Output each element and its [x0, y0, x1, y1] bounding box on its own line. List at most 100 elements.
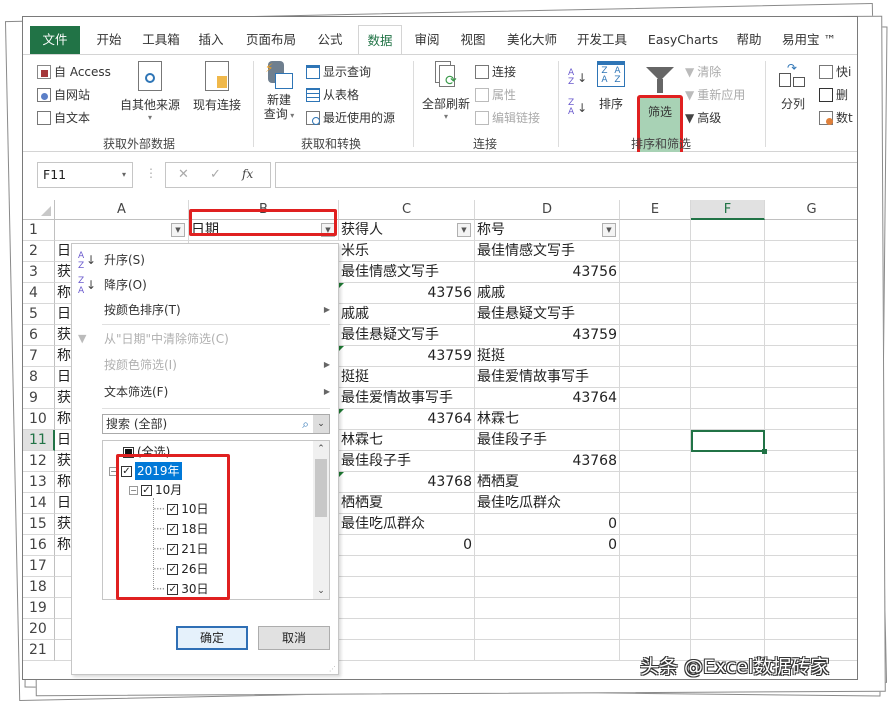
tab-developer[interactable]: 开发工具	[571, 25, 633, 55]
cell-g11[interactable]	[765, 430, 857, 451]
row-header-18[interactable]: 18	[23, 577, 55, 598]
cell-d13[interactable]: 栖栖夏	[475, 472, 620, 493]
tab-formulas[interactable]: 公式	[311, 25, 349, 55]
sort-descending-button[interactable]: Z A ↓	[568, 99, 587, 117]
row-header-13[interactable]: 13	[23, 472, 55, 493]
tree-scrollbar[interactable]: ⌃ ⌄	[313, 441, 329, 599]
cell-g1[interactable]	[765, 220, 857, 241]
row-header-6[interactable]: 6	[23, 325, 55, 346]
name-box-dropdown-icon[interactable]: ▾	[122, 163, 126, 187]
fill-handle[interactable]	[762, 449, 767, 454]
cell-c8[interactable]: 挺挺	[339, 367, 475, 388]
cell-d3[interactable]: 43756	[475, 262, 620, 283]
cell-e11[interactable]	[620, 430, 691, 451]
enter-icon[interactable]: ✓	[210, 167, 221, 182]
connections-button[interactable]: 连接	[475, 63, 516, 80]
row-header-9[interactable]: 9	[23, 388, 55, 409]
cell-d6[interactable]: 43759	[475, 325, 620, 346]
cell-g6[interactable]	[765, 325, 857, 346]
row-header-8[interactable]: 8	[23, 367, 55, 388]
tab-toolbox[interactable]: 工具箱	[137, 25, 185, 55]
menu-clear-filter[interactable]: ▼ 从"日期"中清除筛选(C)	[72, 327, 338, 351]
row-header-1[interactable]: 1	[23, 220, 55, 241]
properties-button[interactable]: 属性	[475, 86, 516, 103]
cell-e15[interactable]	[620, 514, 691, 535]
from-other-sources-button[interactable]: 自其他来源 ▾	[119, 61, 181, 122]
cell-c18[interactable]	[339, 577, 475, 598]
cell-c11[interactable]: 林霖七	[339, 430, 475, 451]
cell-e4[interactable]	[620, 283, 691, 304]
scroll-up-icon[interactable]: ⌃	[313, 441, 329, 457]
filter-dropdown-button[interactable]: ▼	[602, 223, 616, 237]
cell-c19[interactable]	[339, 598, 475, 619]
cell-g15[interactable]	[765, 514, 857, 535]
from-table-button[interactable]: 从表格	[306, 86, 359, 103]
cell-f8[interactable]	[691, 367, 765, 388]
cell-e9[interactable]	[620, 388, 691, 409]
cell-d14[interactable]: 最佳吃瓜群众	[475, 493, 620, 514]
scroll-down-icon[interactable]: ⌄	[313, 583, 329, 599]
flash-fill-button[interactable]: 快i	[819, 63, 851, 80]
cell-g12[interactable]	[765, 451, 857, 472]
row-header-16[interactable]: 16	[23, 535, 55, 556]
row-header-14[interactable]: 14	[23, 493, 55, 514]
cell-d10[interactable]: 林霖七	[475, 409, 620, 430]
existing-connections-button[interactable]: 现有连接	[189, 61, 245, 113]
cell-d7[interactable]: 挺挺	[475, 346, 620, 367]
cell-d11[interactable]: 最佳段子手	[475, 430, 620, 451]
clear-filter-button[interactable]: ▼ 清除	[685, 63, 721, 80]
cancel-button[interactable]: 取消	[258, 626, 330, 650]
cell-c12[interactable]: 最佳段子手	[339, 451, 475, 472]
edit-links-button[interactable]: 编辑链接	[475, 109, 540, 126]
filter-search-input[interactable]: 搜索 (全部) ⌕ ⌄	[102, 414, 330, 434]
row-header-2[interactable]: 2	[23, 241, 55, 262]
cell-g10[interactable]	[765, 409, 857, 430]
cell-g8[interactable]	[765, 367, 857, 388]
row-header-10[interactable]: 10	[23, 409, 55, 430]
cell-f14[interactable]	[691, 493, 765, 514]
cell-g2[interactable]	[765, 241, 857, 262]
cell-c13[interactable]: 43768	[339, 472, 475, 493]
selected-cell-f11[interactable]	[691, 430, 767, 454]
cell-c6[interactable]: 最佳悬疑文写手	[339, 325, 475, 346]
cell-c2[interactable]: 米乐	[339, 241, 475, 262]
cell-g19[interactable]	[765, 598, 857, 619]
insert-function-icon[interactable]: fx	[242, 167, 253, 181]
cell-g14[interactable]	[765, 493, 857, 514]
row-header-20[interactable]: 20	[23, 619, 55, 640]
cell-d5[interactable]: 最佳悬疑文写手	[475, 304, 620, 325]
cell-c15[interactable]: 最佳吃瓜群众	[339, 514, 475, 535]
row-header-17[interactable]: 17	[23, 556, 55, 577]
from-access-button[interactable]: 自 Access	[37, 63, 111, 80]
cell-e14[interactable]	[620, 493, 691, 514]
cell-d21[interactable]	[475, 640, 620, 661]
cell-e17[interactable]	[620, 556, 691, 577]
new-query-button[interactable]: ⚡ 新建 查询 ▾	[259, 61, 299, 123]
search-icon[interactable]: ⌕	[302, 415, 309, 433]
cell-f3[interactable]	[691, 262, 765, 283]
resize-grip-icon[interactable]: ⋰	[329, 665, 336, 673]
cell-d15[interactable]: 0	[475, 514, 620, 535]
cell-c4[interactable]: 43756	[339, 283, 475, 304]
tab-beautify[interactable]: 美化大师	[501, 25, 563, 55]
cell-e1[interactable]	[620, 220, 691, 241]
cell-f16[interactable]	[691, 535, 765, 556]
cell-e12[interactable]	[620, 451, 691, 472]
name-box[interactable]: F11 ▾	[37, 162, 133, 188]
cell-e2[interactable]	[620, 241, 691, 262]
scroll-thumb[interactable]	[315, 459, 327, 517]
cell-g7[interactable]	[765, 346, 857, 367]
cell-c16[interactable]: 0	[339, 535, 475, 556]
cell-g3[interactable]	[765, 262, 857, 283]
cell-d1[interactable]: 称号 ▼	[475, 220, 620, 241]
menu-text-filters[interactable]: 文本筛选(F) ▶	[72, 380, 338, 404]
cell-g18[interactable]	[765, 577, 857, 598]
cell-e16[interactable]	[620, 535, 691, 556]
cell-d8[interactable]: 最佳爱情故事写手	[475, 367, 620, 388]
tab-easyuse[interactable]: 易用宝 ™	[775, 25, 843, 55]
column-header-g[interactable]: G	[765, 200, 857, 220]
column-header-a[interactable]: A	[55, 200, 189, 220]
cell-c17[interactable]	[339, 556, 475, 577]
cell-f18[interactable]	[691, 577, 765, 598]
cell-g5[interactable]	[765, 304, 857, 325]
